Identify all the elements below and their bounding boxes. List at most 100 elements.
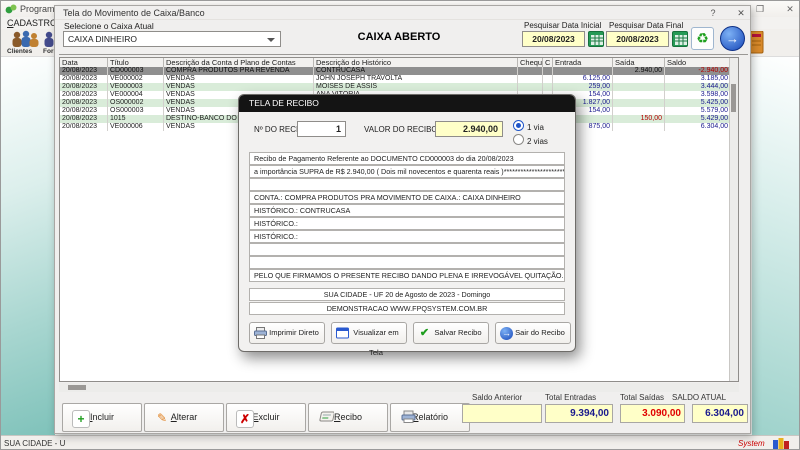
cell-saldo: 5.425,00: [700, 99, 728, 106]
cell-c: [543, 83, 553, 91]
delete-x-icon: ✗: [236, 410, 254, 428]
cell-historico: MOISES DE ASSIS: [314, 83, 518, 91]
table-row[interactable]: 20/08/2023 VE000003 VENDAS MOISES DE ASS…: [60, 83, 730, 91]
cell-titulo: OS000003: [108, 107, 164, 115]
cell-entrada: 259,00: [553, 83, 613, 91]
incluir-label: Incluir: [89, 412, 115, 422]
cell-saida: 150,00: [613, 115, 665, 123]
salvar-label: Salvar Recibo: [434, 328, 482, 337]
cell-cheque: [518, 67, 543, 75]
recibo-button[interactable]: Recibo: [308, 403, 388, 432]
caixa-toolbar-icon[interactable]: [749, 30, 764, 59]
radio-2-vias[interactable]: 2 vias: [513, 134, 548, 146]
cell-c: [543, 75, 553, 83]
cell-historico: CONTRUCASA: [314, 67, 518, 75]
salvar-recibo-button[interactable]: ✔ Salvar Recibo: [413, 322, 489, 344]
saldo-anterior-label: Saldo Anterior: [472, 393, 523, 402]
recibo-label: Recibo: [333, 412, 362, 422]
receipt-dialog-titlebar[interactable]: TELA DE RECIBO: [239, 95, 575, 112]
relatorio-button[interactable]: Relatório: [390, 403, 470, 432]
scrollbar-thumb[interactable]: [68, 385, 86, 390]
cell-saida: 2.940,00: [613, 67, 665, 75]
col-data: Data: [60, 58, 108, 67]
sair-recibo-button[interactable]: → Sair do Recibo: [495, 322, 571, 344]
col-historico: Descrição do Histórico: [314, 58, 518, 67]
receipt-line[interactable]: Recibo de Pagamento Referente ao DOCUMEN…: [249, 152, 565, 165]
cell-titulo: 1015: [108, 115, 164, 123]
cell-saida: [613, 75, 665, 83]
date-initial-label: Pesquisar Data Inicial: [524, 21, 602, 30]
vertical-scrollbar[interactable]: [729, 58, 738, 381]
screen-preview-icon: [336, 327, 349, 340]
alterar-label: Alterar: [170, 412, 198, 422]
cell-saldo: 5.579,00: [700, 107, 728, 114]
select-caixa-label: Selecione o Caixa Atual: [64, 21, 154, 31]
receipt-line[interactable]: HISTÓRICO.:: [249, 230, 565, 243]
saldo-anterior-value: [462, 404, 542, 423]
cell-data: 20/08/2023: [60, 83, 108, 91]
scrollbar-thumb[interactable]: [731, 84, 736, 112]
receipt-line[interactable]: CONTA.: COMPRA PRODUTOS PRA MOVIMENTO DE…: [249, 191, 565, 204]
date-final-input[interactable]: 20/08/2023: [606, 31, 669, 47]
help-button[interactable]: ?: [705, 6, 721, 20]
outer-maximize-button[interactable]: ❐: [753, 1, 767, 17]
receipt-line[interactable]: [249, 243, 565, 256]
radio-2-vias-label: 2 vias: [527, 137, 548, 146]
col-cheque: Cheque: [520, 58, 543, 67]
cell-data: 20/08/2023: [60, 75, 108, 83]
cell-titulo: VE000004: [108, 91, 164, 99]
receipt-dialog-title: TELA DE RECIBO: [249, 98, 319, 108]
receipt-line[interactable]: a importância SUPRA de R$ 2.940,00 ( Doi…: [249, 165, 565, 178]
relatorio-label: Relatório: [411, 412, 449, 422]
caixa-select-value: CAIXA DINHEIRO: [68, 34, 137, 44]
desktop-background-right: [752, 57, 799, 435]
outer-statusbar: SUA CIDADE - U System: [1, 435, 799, 449]
cell-saldo: 3.185,00: [700, 75, 728, 82]
calendar-icon[interactable]: [588, 31, 604, 47]
statusbar-city-text: SUA CIDADE - U: [4, 439, 66, 448]
total-saidas-value: 3.090,00: [620, 404, 685, 423]
radio-unselected-icon: [513, 134, 524, 145]
cell-cheque: [518, 75, 543, 83]
chevron-down-icon: [267, 38, 275, 42]
total-saidas-label: Total Saídas: [620, 393, 665, 402]
incluir-button[interactable]: + Incluir: [62, 403, 142, 432]
total-entradas-value: 9.394,00: [545, 404, 613, 423]
caixa-status-title: CAIXA ABERTO: [357, 31, 441, 43]
outer-close-button[interactable]: ✕: [783, 1, 797, 17]
calendar-icon[interactable]: [672, 31, 688, 47]
receipt-line[interactable]: [249, 256, 565, 269]
cell-titulo: VE000002: [108, 75, 164, 83]
col-saldo: Saldo: [665, 58, 730, 67]
printer-icon: [400, 410, 416, 426]
numero-recibo-input[interactable]: 1: [297, 121, 346, 137]
close-window-button[interactable]: ✕: [733, 6, 749, 20]
movement-window-title: Tela do Movimento de Caixa/Banco: [63, 8, 205, 18]
cell-titulo: CD000003: [108, 67, 164, 75]
printer-icon: [254, 327, 267, 340]
refresh-search-button[interactable]: ♻: [691, 27, 714, 50]
receipt-line[interactable]: HISTÓRICO.: CONTRUCASA: [249, 204, 565, 217]
table-row[interactable]: 20/08/2023 VE000002 VENDAS JOHN JOSEPH T…: [60, 75, 730, 83]
saldo-atual-label: SALDO ATUAL: [672, 393, 727, 402]
receipt-line[interactable]: PELO QUE FIRMAMOS O PRESENTE RECIBO DAND…: [249, 269, 565, 282]
receipt-line[interactable]: [249, 178, 565, 191]
receipt-line[interactable]: HISTÓRICO.:: [249, 217, 565, 230]
alterar-button[interactable]: ✎ Alterar: [144, 403, 224, 432]
excluir-button[interactable]: ✗ Excluir: [226, 403, 306, 432]
horizontal-scrollbar[interactable]: [59, 383, 739, 392]
visualizar-tela-button[interactable]: Visualizar em Tela: [331, 322, 407, 357]
date-initial-input[interactable]: 20/08/2023: [522, 31, 585, 47]
receipt-icon: [318, 410, 335, 426]
table-row[interactable]: 20/08/2023 CD000003 COMPRA PRODUTOS PRA …: [60, 67, 730, 75]
imprimir-direto-button[interactable]: Imprimir Direto: [249, 322, 325, 344]
excluir-label: Excluir: [252, 412, 280, 422]
desktop-background-left: [1, 57, 55, 435]
radio-1-via[interactable]: 1 via: [513, 120, 544, 132]
caixa-select[interactable]: CAIXA DINHEIRO: [63, 31, 281, 47]
cell-entrada: 6.125,00: [553, 75, 613, 83]
cell-saida: [613, 99, 665, 107]
go-exit-button[interactable]: →: [720, 26, 745, 51]
total-entradas-label: Total Entradas: [545, 393, 597, 402]
valor-recibo-input[interactable]: 2.940,00: [435, 121, 503, 137]
